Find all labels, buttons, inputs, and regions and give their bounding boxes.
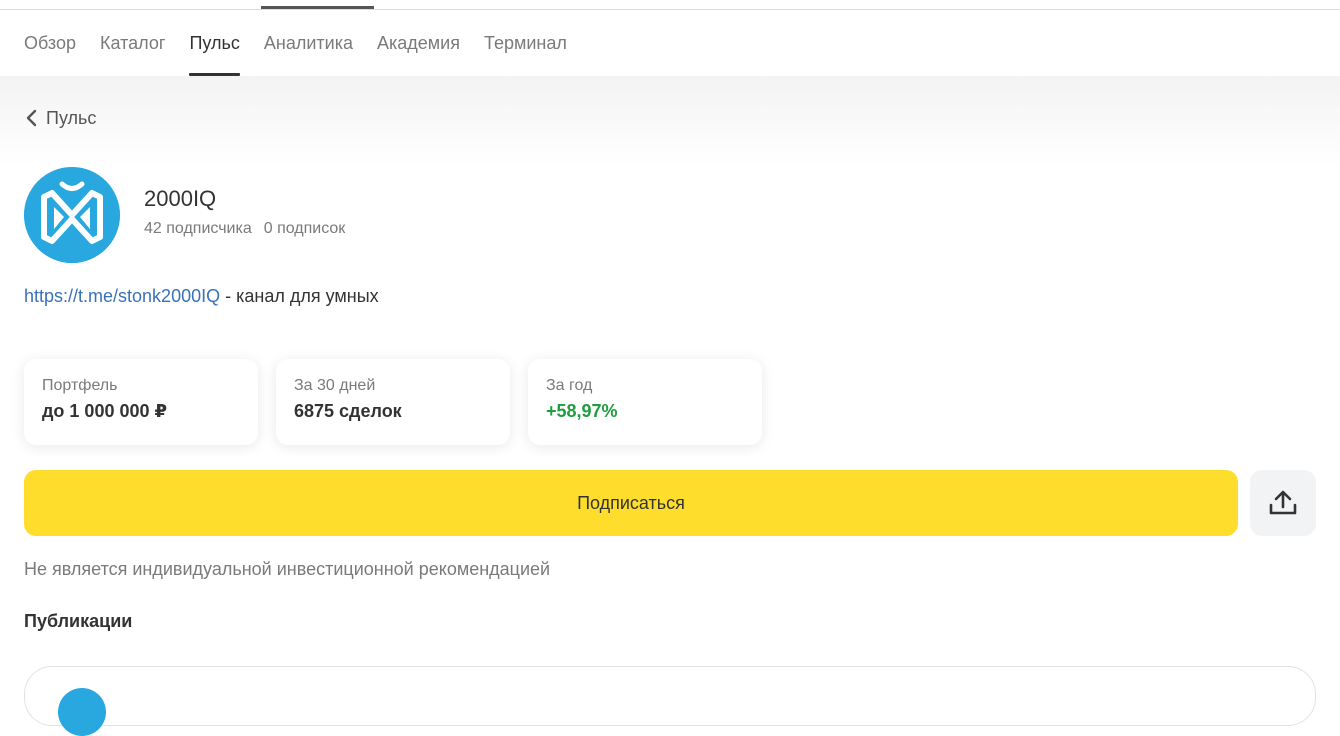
nav-item-label: Терминал xyxy=(483,32,567,53)
description-text: - канал для умных xyxy=(220,286,379,306)
nav-item-label: Обзор xyxy=(24,32,76,53)
channel-logo-icon xyxy=(24,167,120,263)
stat-card-portfolio: Портфель до 1 000 000 ₽ xyxy=(24,359,258,445)
main-nav: Обзор Каталог Пульс Аналитика Академия Т… xyxy=(0,10,1340,76)
following-count[interactable]: 0 подписок xyxy=(264,220,346,238)
stat-value: 6875 сделок xyxy=(294,401,402,421)
share-upload-icon xyxy=(1269,490,1297,515)
stat-value: до 1 000 000 ₽ xyxy=(42,401,168,421)
nav-item-catalog[interactable]: Каталог xyxy=(100,10,165,76)
profile-counts: 42 подписчика 0 подписок xyxy=(144,220,345,238)
channel-description: https://t.me/stonk2000IQ - канал для умн… xyxy=(24,286,379,307)
nav-item-pulse[interactable]: Пульс xyxy=(189,10,241,76)
stat-label: Портфель xyxy=(42,377,118,394)
back-link-label: Пульс xyxy=(46,107,97,128)
nav-item-analytics[interactable]: Аналитика xyxy=(264,10,353,76)
stat-value-positive: +58,97% xyxy=(546,401,618,421)
channel-name: 2000IQ xyxy=(144,186,217,211)
nav-item-academy[interactable]: Академия xyxy=(377,10,460,76)
avatar[interactable] xyxy=(24,167,120,263)
channel-link[interactable]: https://t.me/stonk2000IQ xyxy=(24,286,220,306)
stat-label: За год xyxy=(546,377,593,394)
nav-item-overview[interactable]: Обзор xyxy=(24,10,76,76)
nav-shadow xyxy=(0,76,1340,166)
followers-count[interactable]: 42 подписчика xyxy=(144,220,252,238)
publications-title: Публикации xyxy=(24,611,133,631)
nav-item-label: Академия xyxy=(376,32,460,53)
subscribe-button[interactable]: Подписаться xyxy=(24,470,1238,536)
top-active-indicator xyxy=(261,6,374,9)
chevron-left-icon xyxy=(26,109,37,127)
stat-card-30-days: За 30 дней 6875 сделок xyxy=(276,359,510,445)
back-link[interactable]: Пульс xyxy=(24,104,96,132)
stat-card-year: За год +58,97% xyxy=(528,359,762,445)
nav-item-label: Пульс xyxy=(189,32,240,53)
nav-item-label: Аналитика xyxy=(263,32,353,53)
share-button[interactable] xyxy=(1250,470,1316,536)
nav-item-label: Каталог xyxy=(100,32,166,53)
stat-label: За 30 дней xyxy=(294,377,376,394)
disclaimer: Не является индивидуальной инвестиционно… xyxy=(24,559,551,579)
post-card[interactable] xyxy=(24,666,1316,726)
stats-cards: Портфель до 1 000 000 ₽ За 30 дней 6875 … xyxy=(24,359,762,445)
post-avatar[interactable] xyxy=(58,688,106,736)
nav-item-terminal[interactable]: Терминал xyxy=(484,10,567,76)
